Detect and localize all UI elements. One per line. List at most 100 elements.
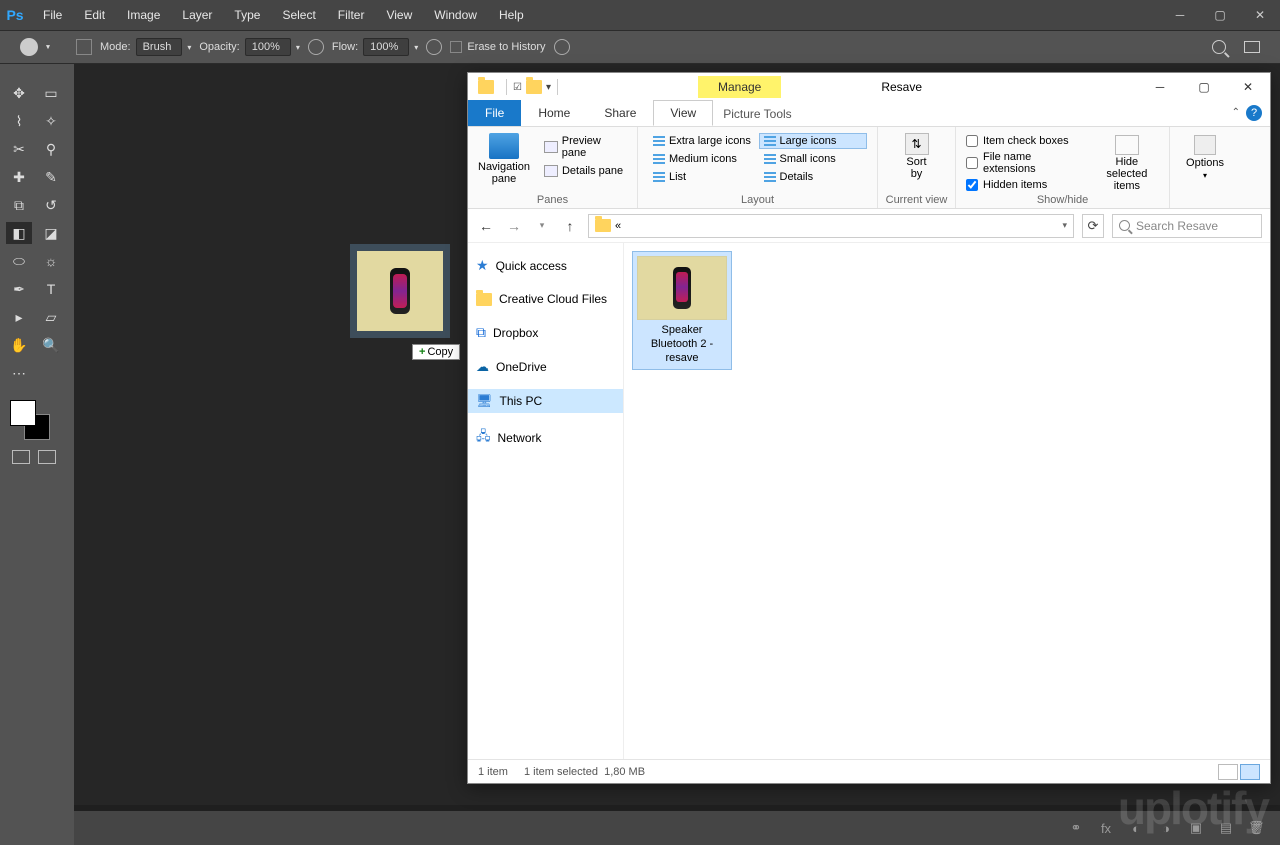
hidden-items-toggle[interactable]: Hidden items [966, 179, 1083, 191]
path-select-tool-icon[interactable]: ▸ [6, 306, 32, 328]
search-icon [1119, 220, 1130, 231]
explorer-minimize-button[interactable]: ─ [1138, 73, 1182, 101]
airbrush-icon[interactable] [426, 39, 442, 55]
link-icon[interactable]: ⚭ [1068, 820, 1084, 836]
layout-details[interactable]: Details [759, 169, 868, 185]
search-box[interactable]: Search Resave [1112, 214, 1262, 238]
layout-extra-large[interactable]: Extra large icons [648, 133, 757, 149]
menu-help[interactable]: Help [490, 4, 533, 26]
crop-tool-icon[interactable]: ✂ [6, 138, 32, 160]
refresh-button[interactable]: ⟳ [1082, 214, 1104, 238]
tab-share[interactable]: Share [587, 100, 653, 126]
nav-history-button[interactable]: ▾ [532, 216, 552, 236]
stamp-tool-icon[interactable]: ⧉ [6, 194, 32, 216]
explorer-close-button[interactable]: ✕ [1226, 73, 1270, 101]
menu-file[interactable]: File [34, 4, 71, 26]
pressure-opacity-icon[interactable] [308, 39, 324, 55]
nav-quick-access[interactable]: ★Quick access [468, 253, 623, 278]
menu-filter[interactable]: Filter [329, 4, 374, 26]
flow-value[interactable]: 100% [363, 38, 409, 56]
layout-large[interactable]: Large icons [759, 133, 868, 149]
menu-layer[interactable]: Layer [173, 4, 221, 26]
history-brush-tool-icon[interactable]: ↺ [38, 194, 64, 216]
lasso-tool-icon[interactable]: ⌇ [6, 110, 32, 132]
quickmask-mode-icon[interactable] [38, 450, 56, 464]
qat-checkbox-icon[interactable]: ☑ [513, 82, 522, 93]
eyedropper-tool-icon[interactable]: ⚲ [38, 138, 64, 160]
brush-tool-icon[interactable]: ✎ [38, 166, 64, 188]
brush-preset-icon[interactable] [76, 39, 92, 55]
hide-selected-items-button[interactable]: Hide selected items [1095, 135, 1159, 192]
navigation-pane-button[interactable]: Navigation pane [478, 133, 530, 185]
zoom-tool-icon[interactable]: 🔍 [38, 334, 64, 356]
menu-type[interactable]: Type [225, 4, 269, 26]
layout-list[interactable]: List [648, 169, 757, 185]
mode-select[interactable]: Brush [136, 38, 183, 56]
layout-small[interactable]: Small icons [759, 151, 868, 167]
tab-view[interactable]: View [653, 100, 713, 126]
sort-by-button[interactable]: ⇅ Sort by [905, 133, 929, 180]
move-tool-icon[interactable]: ✥ [6, 82, 32, 104]
nav-onedrive[interactable]: ☁OneDrive [468, 355, 623, 379]
ps-search-icon[interactable] [1212, 40, 1226, 54]
menu-image[interactable]: Image [118, 4, 169, 26]
gradient-tool-icon[interactable]: ◪ [38, 222, 64, 244]
standard-mode-icon[interactable] [12, 450, 30, 464]
context-tab-manage[interactable]: Manage [698, 76, 781, 98]
explorer-maximize-button[interactable]: ▢ [1182, 73, 1226, 101]
ps-close-button[interactable]: ✕ [1240, 0, 1280, 30]
qat-dropdown-icon[interactable]: ▾ [546, 82, 551, 93]
opacity-value[interactable]: 100% [245, 38, 291, 56]
blur-tool-icon[interactable]: ⬭ [6, 250, 32, 272]
panes-group-label: Panes [468, 194, 637, 206]
nav-creative-cloud[interactable]: Creative Cloud Files [468, 288, 623, 310]
nav-dropbox[interactable]: ⧉Dropbox [468, 320, 623, 345]
context-tab-label[interactable]: Picture Tools [713, 102, 801, 126]
file-item[interactable]: Speaker Bluetooth 2 - resave [632, 251, 732, 370]
ps-maximize-button[interactable]: ▢ [1200, 0, 1240, 30]
magic-wand-tool-icon[interactable]: ✧ [38, 110, 64, 132]
nav-forward-button[interactable]: → [504, 216, 524, 236]
erase-to-history-toggle[interactable]: Erase to History [450, 41, 545, 53]
preview-pane-button[interactable]: Preview pane [544, 135, 627, 159]
options-button[interactable]: Options ▾ [1186, 135, 1224, 180]
qat-folder-icon[interactable] [526, 80, 542, 94]
more-tools-icon[interactable]: ⋯ [6, 362, 32, 384]
nav-back-button[interactable]: ← [476, 216, 496, 236]
details-pane-button[interactable]: Details pane [544, 165, 627, 177]
workspace-switcher-icon[interactable] [1244, 41, 1260, 53]
nav-up-button[interactable]: ↑ [560, 216, 580, 236]
address-path[interactable]: « ▾ [588, 214, 1074, 238]
view-details-button[interactable] [1218, 764, 1238, 780]
menu-view[interactable]: View [377, 4, 421, 26]
item-check-boxes-toggle[interactable]: Item check boxes [966, 135, 1083, 147]
tab-file[interactable]: File [468, 100, 521, 126]
pressure-size-icon[interactable] [554, 39, 570, 55]
ps-minimize-button[interactable]: ─ [1160, 0, 1200, 30]
type-tool-icon[interactable]: T [38, 278, 64, 300]
fx-icon[interactable]: fx [1098, 821, 1114, 836]
ps-menu-bar: File Edit Image Layer Type Select Filter… [34, 4, 533, 26]
foreground-color-swatch[interactable] [10, 400, 36, 426]
color-swatches[interactable] [10, 400, 50, 440]
pen-tool-icon[interactable]: ✒ [6, 278, 32, 300]
tab-home[interactable]: Home [521, 100, 587, 126]
help-icon[interactable]: ? [1246, 105, 1262, 121]
menu-window[interactable]: Window [425, 4, 486, 26]
folder-contents[interactable]: Speaker Bluetooth 2 - resave [624, 243, 1270, 759]
marquee-tool-icon[interactable]: ▭ [38, 82, 64, 104]
file-name-extensions-toggle[interactable]: File name extensions [966, 151, 1083, 175]
nav-this-pc[interactable]: 🖥This PC [468, 389, 623, 413]
nav-network[interactable]: 🖧Network [468, 423, 623, 453]
eraser-tool-icon[interactable] [20, 38, 38, 56]
shape-tool-icon[interactable]: ▱ [38, 306, 64, 328]
eraser-tool-icon[interactable]: ◧ [6, 222, 32, 244]
menu-select[interactable]: Select [273, 4, 324, 26]
collapse-ribbon-icon[interactable]: ⌃ [1232, 107, 1240, 118]
dodge-tool-icon[interactable]: ☼ [38, 250, 64, 272]
view-thumbnails-button[interactable] [1240, 764, 1260, 780]
menu-edit[interactable]: Edit [75, 4, 114, 26]
layout-medium[interactable]: Medium icons [648, 151, 757, 167]
healing-brush-tool-icon[interactable]: ✚ [6, 166, 32, 188]
hand-tool-icon[interactable]: ✋ [6, 334, 32, 356]
